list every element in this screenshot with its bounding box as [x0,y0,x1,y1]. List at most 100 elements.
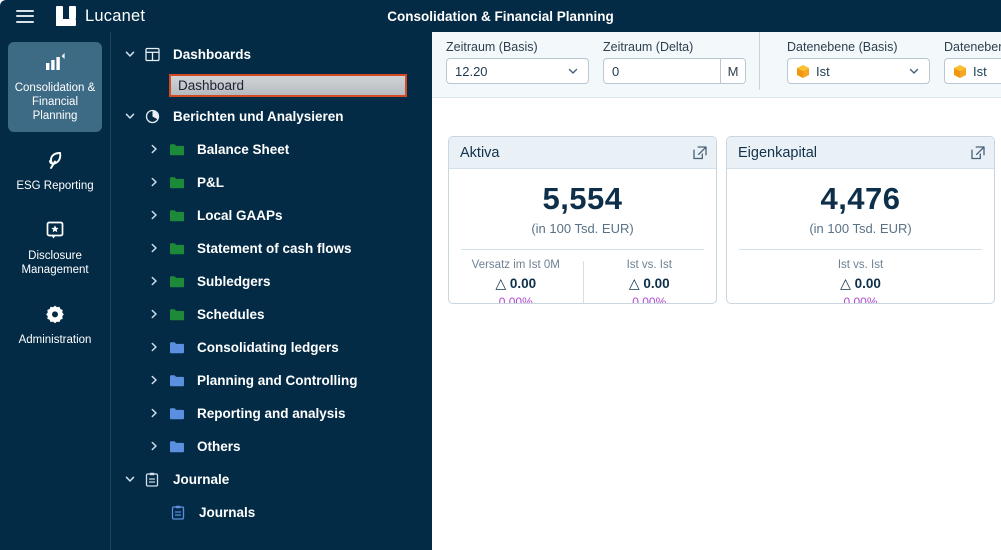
field-label: Datenebene (Delta) [944,40,1001,54]
metric-delta: △ 0.00 [628,275,670,291]
metric-percent: 0.00% [632,295,667,304]
chevron-right-icon[interactable] [148,374,162,388]
tree-node-balance-sheet[interactable]: Balance Sheet [111,133,432,166]
tree-node-label: Dashboards [173,47,252,62]
tree-node-planning-and-controlling[interactable]: Planning and Controlling [111,364,432,397]
chevron-right-icon[interactable] [148,308,162,322]
rail-item-label: Administration [18,334,92,346]
chevron-right-icon[interactable] [148,341,162,355]
folder-green-icon [169,275,186,288]
chevron-down-icon[interactable] [124,110,138,124]
field-zeitraum-basis: Zeitraum (Basis) 12.20 [446,40,589,84]
chevron-down-icon[interactable] [124,48,138,62]
metric-percent: 0.00% [498,295,533,304]
tree-node-journale[interactable]: Journale [111,463,432,496]
chevron-down-icon [904,65,929,77]
chevron-right-icon[interactable] [148,275,162,289]
tree-node-reporting-and-analysis[interactable]: Reporting and analysis [111,397,432,430]
app-rail: Consolidation & Financial Planning ESG R… [0,32,110,550]
level-basis-select[interactable]: Ist [787,58,930,84]
navigation-tree: Dashboards Dashboard Berichten und Analy… [110,32,432,550]
tree-node-label: Subledgers [197,274,271,289]
cube-icon [953,64,967,79]
field-label: Zeitraum (Basis) [446,40,538,54]
card-title: Aktiva [460,144,500,161]
kpi-unit: (in 100 Tsd. EUR) [531,221,634,236]
rail-item-consolidation[interactable]: Consolidation & Financial Planning [8,42,102,132]
period-delta-value: 0 [612,63,620,79]
rail-item-disclosure-management[interactable]: Disclosure Management [8,210,102,286]
metric-label: Versatz im Ist 0M [471,259,560,271]
tree-node-label: Journale [173,472,230,487]
card-body: 4,476 (in 100 Tsd. EUR) Ist vs. Ist △ 0.… [727,169,994,303]
tree-node-subledgers[interactable]: Subledgers [111,265,432,298]
level-delta-value: Ist [973,63,987,79]
filter-toolbar: Zeitraum (Basis) 12.20 Zeitraum (Delta) … [432,32,1001,98]
folder-blue-icon [169,407,186,420]
chevron-right-icon[interactable] [148,440,162,454]
kpi-unit: (in 100 Tsd. EUR) [809,221,912,236]
tree-node-schedules[interactable]: Schedules [111,298,432,331]
period-delta-unit-button[interactable]: M [720,59,745,83]
field-label: Zeitraum (Delta) [603,40,694,54]
tree-node-label: Statement of cash flows [197,241,352,256]
folder-blue-icon [169,341,186,354]
folder-green-icon [169,176,186,189]
level-basis-value: Ist [816,63,830,79]
journal-icon [171,505,188,520]
chevron-down-icon[interactable] [124,473,138,487]
leaf-icon [12,150,98,172]
lucanet-logo [56,6,76,26]
tree-node-label: Balance Sheet [197,142,290,157]
top-bar: Lucanet Consolidation & Financial Planni… [0,0,1001,32]
bar-chart-icon [12,52,98,74]
chevron-right-icon[interactable] [148,176,162,190]
chevron-right-icon[interactable] [148,143,162,157]
divider [739,249,982,250]
period-basis-select[interactable]: 12.20 [446,58,589,84]
tree-node-dashboard-selected[interactable]: Dashboard [169,74,407,97]
level-delta-select[interactable]: Ist [944,58,1001,84]
folder-green-icon [169,209,186,222]
tree-node-local-gaaps[interactable]: Local GAAPs [111,199,432,232]
tree-node-statement-of-cash-flows[interactable]: Statement of cash flows [111,232,432,265]
tree-node-label: Local GAAPs [197,208,283,223]
tree-node-journals[interactable]: Journals [111,496,432,529]
journal-icon [145,472,162,487]
level-filter-group: Datenebene (Basis) Ist Datenebe Ist [759,32,1001,90]
tree-node-label: P&L [197,175,224,190]
chevron-right-icon[interactable] [148,209,162,223]
period-delta-input[interactable]: 0 M [603,58,746,84]
cube-icon [796,64,810,79]
card-header: Eigenkapital [727,137,994,169]
tree-node-consolidating-ledgers[interactable]: Consolidating ledgers [111,331,432,364]
tree-node-dashboards[interactable]: Dashboards [111,38,432,71]
tree-node-label: Journals [199,505,256,520]
delta-triangle-icon: △ [840,275,851,291]
rail-item-label: Consolidation & Financial Planning [14,82,96,122]
external-link-icon[interactable] [971,145,985,160]
rail-item-esg-reporting[interactable]: ESG Reporting [8,140,102,202]
card-header: Aktiva [449,137,716,169]
rail-item-label: ESG Reporting [16,180,94,192]
tree-node-others[interactable]: Others [111,430,432,463]
chevron-right-icon[interactable] [148,407,162,421]
field-datenebene-basis: Datenebene (Basis) Ist [787,40,930,90]
tree-node-label: Reporting and analysis [197,406,346,421]
folder-blue-icon [169,440,186,453]
chevron-right-icon[interactable] [148,242,162,256]
kpi-card-aktiva: Aktiva 5,554 (in 100 Tsd. EUR) Versatz i… [448,136,717,304]
hamburger-icon[interactable] [16,9,34,23]
kpi-metrics: Ist vs. Ist △ 0.00 0.00% [727,259,994,303]
field-label: Datenebene (Basis) [787,40,898,54]
page-title: Consolidation & Financial Planning [387,8,614,24]
tree-node-label: Consolidating ledgers [197,340,339,355]
metric-label: Ist vs. Ist [626,259,672,271]
rail-item-administration[interactable]: Administration [8,294,102,356]
period-basis-value: 12.20 [455,63,488,79]
tree-node-pl[interactable]: P&L [111,166,432,199]
chevron-down-icon [563,65,588,77]
external-link-icon[interactable] [693,145,707,160]
brand-name: Lucanet [85,6,146,25]
tree-node-berichten-und-analysieren[interactable]: Berichten und Analysieren [111,100,432,133]
